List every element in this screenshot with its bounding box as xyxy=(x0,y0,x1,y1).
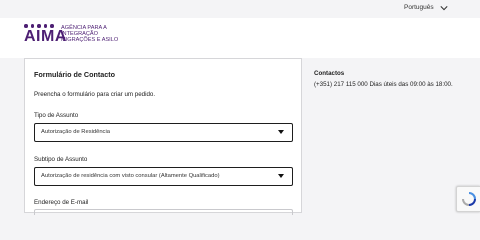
subject-type-label: Tipo de Assunto xyxy=(34,112,79,119)
subject-subtype-label: Subtipo de Assunto xyxy=(34,156,88,163)
chevron-down-icon xyxy=(440,5,448,10)
language-label: Português xyxy=(404,4,434,11)
logo-tagline: AGÊNCIA PARA A INTEGRAÇÃO MIGRAÇÕES E AS… xyxy=(61,25,119,44)
subject-type-value: Autorização de Residência xyxy=(41,129,110,135)
contacts-text: (+351) 217 115 000 Dias úteis das 09:00 … xyxy=(314,81,453,88)
form-subtitle: Preencha o formulário para criar um pedi… xyxy=(34,91,156,98)
top-bar: Português xyxy=(0,0,480,18)
aima-logo[interactable]: AIMA AGÊNCIA PARA A INTEGRAÇÃO MIGRAÇÕES… xyxy=(24,24,164,50)
dropdown-caret-icon xyxy=(278,130,284,134)
recaptcha-icon xyxy=(462,192,476,206)
logo-dots xyxy=(24,24,54,28)
contacts-title: Contactos xyxy=(314,70,345,77)
form-title: Formulário de Contacto xyxy=(34,70,116,79)
subject-subtype-value: Autorização de residência com visto cons… xyxy=(41,173,220,179)
contact-form-card: Formulário de Contacto Preencha o formul… xyxy=(24,58,302,215)
email-field[interactable] xyxy=(34,209,293,215)
language-selector[interactable]: Português xyxy=(404,4,448,11)
email-label: Endereço de E-mail xyxy=(34,199,89,206)
contacts-panel: Contactos (+351) 217 115 000 Dias úteis … xyxy=(314,69,454,89)
site-header: AIMA AGÊNCIA PARA A INTEGRAÇÃO MIGRAÇÕES… xyxy=(0,18,480,58)
subject-type-select[interactable]: Autorização de Residência xyxy=(34,123,293,142)
dropdown-caret-icon xyxy=(278,174,284,178)
recaptcha-badge[interactable] xyxy=(456,186,480,212)
subject-subtype-select[interactable]: Autorização de residência com visto cons… xyxy=(34,167,293,186)
